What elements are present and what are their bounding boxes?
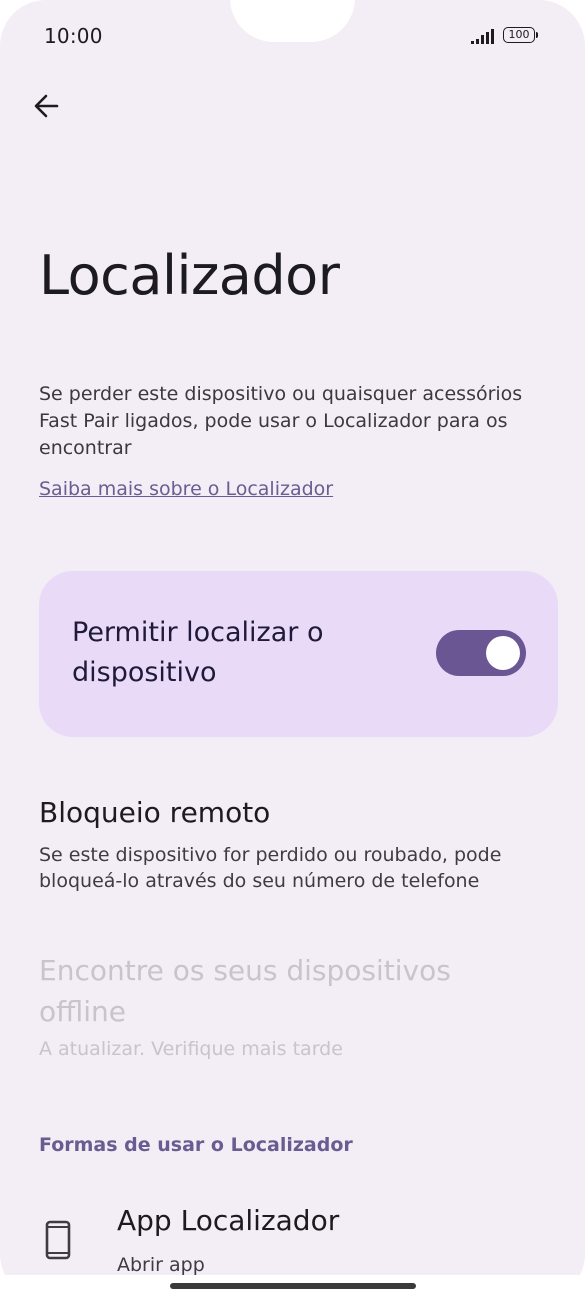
finder-app-title: App Localizador	[117, 1204, 340, 1237]
switch-knob	[486, 636, 520, 670]
battery-icon: 100	[503, 27, 535, 43]
remote-lock-title: Bloqueio remoto	[39, 796, 271, 829]
finder-app-item[interactable]: App Localizador Abrir app	[0, 1196, 585, 1286]
home-indicator[interactable]	[170, 1283, 416, 1289]
battery-level: 100	[508, 28, 530, 41]
remote-lock-subtitle: Se este dispositivo for perdido ou rouba…	[39, 844, 502, 892]
page-title: Localizador	[39, 244, 340, 307]
ways-section-header: Formas de usar o Localizador	[39, 1134, 353, 1156]
allow-find-device-switch[interactable]	[436, 630, 526, 676]
status-bar: 10:00 100	[0, 0, 585, 74]
finder-app-subtitle: Abrir app	[117, 1254, 205, 1276]
arrow-left-icon	[34, 94, 59, 118]
offline-devices-subtitle: A atualizar. Verifique mais tarde	[39, 1038, 343, 1060]
learn-more-link[interactable]: Saiba mais sobre o Localizador	[39, 478, 333, 500]
signal-icon	[471, 29, 494, 44]
status-time: 10:00	[44, 24, 103, 48]
offline-devices-title: Encontre os seus dispositivos offline	[39, 954, 451, 1028]
intro-description: Se perder este dispositivo ou quaisquer …	[39, 383, 523, 459]
allow-find-device-card[interactable]: Permitir localizar o dispositivo	[39, 571, 558, 737]
phone-screen: 10:00 100 Localizador Se perder este dis…	[0, 0, 585, 1300]
phone-icon	[45, 1220, 71, 1260]
battery-nub	[536, 32, 538, 38]
remote-lock-item[interactable]: Bloqueio remoto Se este dispositivo for …	[0, 790, 585, 900]
allow-find-device-label: Permitir localizar o dispositivo	[72, 617, 324, 688]
back-button[interactable]	[22, 82, 70, 130]
